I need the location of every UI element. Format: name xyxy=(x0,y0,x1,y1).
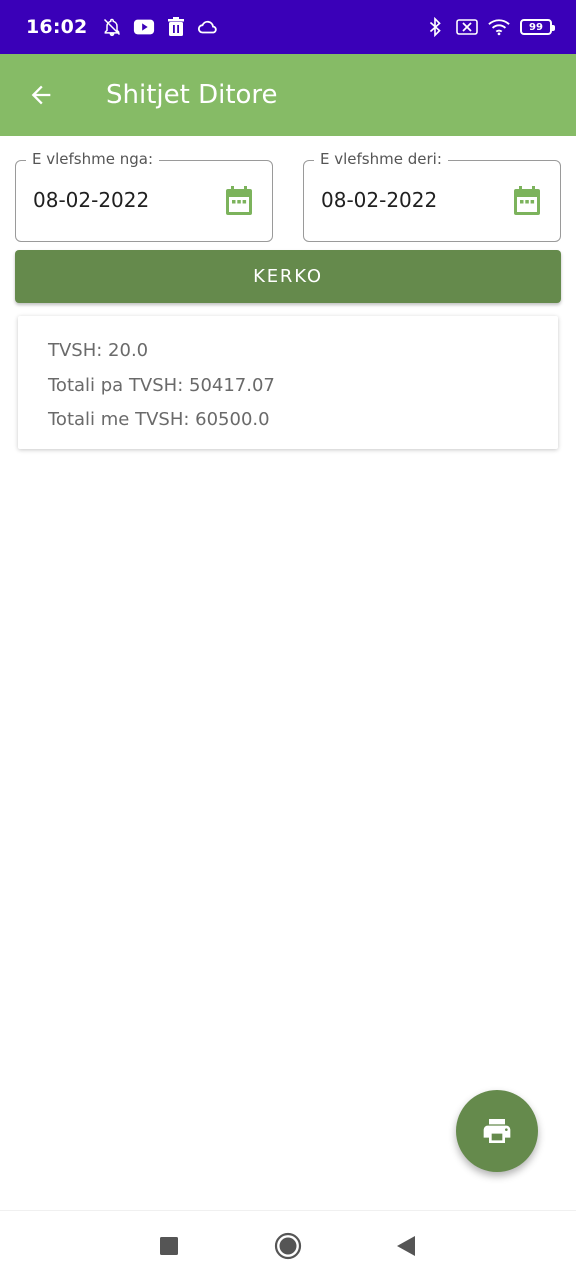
vat-text: TVSH: 20.0 xyxy=(48,340,149,361)
cloud-icon xyxy=(197,16,219,38)
date-to-field[interactable]: E vlefshme deri: 08-02-2022 xyxy=(303,150,561,242)
calendar-icon[interactable] xyxy=(512,185,542,217)
youtube-icon xyxy=(133,16,155,38)
summary-card: TVSH: 20.0 Totali pa TVSH: 50417.07 Tota… xyxy=(18,316,558,449)
recent-apps-button[interactable] xyxy=(154,1231,184,1261)
page-title: Shitjet Ditore xyxy=(106,80,278,110)
recent-apps-icon xyxy=(160,1237,178,1255)
status-bar: 16:02 99 xyxy=(0,0,576,54)
date-to-value[interactable]: 08-02-2022 xyxy=(321,188,437,212)
calendar-icon[interactable] xyxy=(224,185,254,217)
back-icon xyxy=(397,1236,415,1256)
date-from-field[interactable]: E vlefshme nga: 08-02-2022 xyxy=(15,150,273,242)
system-nav-bar xyxy=(0,1210,576,1280)
date-from-value[interactable]: 08-02-2022 xyxy=(33,188,149,212)
notifications-off-icon xyxy=(101,16,123,38)
home-button[interactable] xyxy=(273,1231,303,1261)
total-without-vat-text: Totali pa TVSH: 50417.07 xyxy=(48,374,275,396)
search-button[interactable]: KERKO xyxy=(15,250,561,303)
trash-icon xyxy=(165,16,187,38)
bluetooth-icon xyxy=(424,16,446,38)
data-off-icon xyxy=(456,16,478,38)
battery-icon: 99 xyxy=(520,19,555,35)
printer-icon xyxy=(483,1119,511,1143)
status-left: 16:02 xyxy=(26,16,219,38)
print-button[interactable] xyxy=(456,1090,538,1172)
arrow-left-icon xyxy=(31,85,51,105)
date-to-label: E vlefshme deri: xyxy=(314,150,448,168)
back-button[interactable] xyxy=(13,67,69,123)
app-bar: Shitjet Ditore xyxy=(0,54,576,136)
back-nav-button[interactable] xyxy=(391,1231,421,1261)
date-from-label: E vlefshme nga: xyxy=(26,150,160,168)
total-with-vat-text: Totali me TVSH: 60500.0 xyxy=(48,409,270,430)
status-time: 16:02 xyxy=(26,16,88,38)
status-right: 99 xyxy=(424,16,555,38)
home-icon xyxy=(274,1232,302,1260)
wifi-icon xyxy=(488,16,510,38)
